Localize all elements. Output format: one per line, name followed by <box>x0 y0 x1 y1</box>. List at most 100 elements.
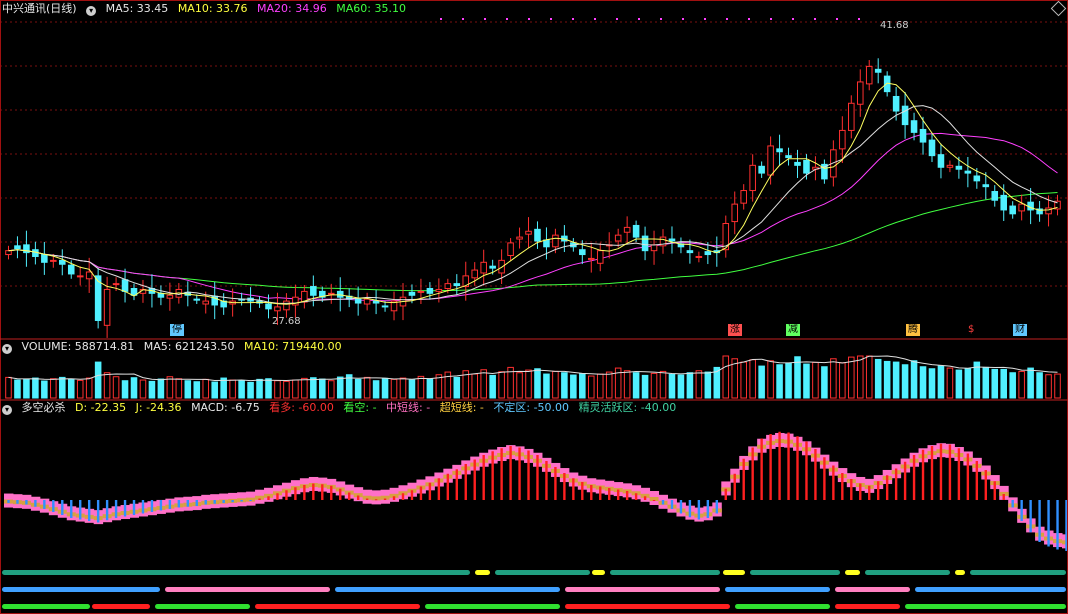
macd-bar <box>141 500 145 514</box>
event-tag-finance[interactable]: 财 <box>1013 324 1027 336</box>
signal-segment <box>255 604 420 609</box>
grid-dot <box>792 18 794 20</box>
grid-dot <box>660 18 662 20</box>
volume-bar <box>964 368 972 399</box>
candle-body <box>327 292 335 295</box>
candle-body <box>785 155 792 159</box>
macd-bar <box>545 461 548 500</box>
collapse-icon[interactable]: ▾ <box>2 405 12 415</box>
macd-bar <box>921 449 925 500</box>
chart-title[interactable]: 中兴通讯(日线) <box>2 2 77 15</box>
macd-bar <box>249 500 252 501</box>
macd-bar <box>258 498 261 500</box>
macd-bar <box>79 500 82 520</box>
candle-body <box>166 294 174 299</box>
candle-body <box>991 191 999 201</box>
macd-bar <box>787 432 790 500</box>
candle-body <box>103 288 111 326</box>
event-tag-suspend[interactable]: 停 <box>170 324 184 336</box>
collapse-icon[interactable]: ▾ <box>86 6 97 16</box>
volume-bar <box>749 359 756 399</box>
ma5-value: MA5: 33.45 <box>105 2 169 15</box>
signal-segment <box>335 587 560 592</box>
collapse-icon[interactable]: ▾ <box>2 344 12 354</box>
candle-body <box>489 265 496 269</box>
volume-bar <box>408 379 416 399</box>
grid-dot <box>440 18 442 20</box>
volume-panel-header: ▾ VOLUME: 588714.81 MA5: 621243.50 MA10:… <box>2 339 348 355</box>
macd-bar <box>25 500 28 505</box>
macd-bar <box>625 491 629 500</box>
indicator-kanduo: 看多: -60.00 <box>269 401 334 414</box>
volume-bar <box>534 368 541 399</box>
volume-bar <box>928 368 936 399</box>
candle-body <box>202 300 210 305</box>
macd-bar <box>312 483 315 500</box>
macd-bar <box>419 486 423 500</box>
ma5-path <box>8 82 1058 305</box>
volume-bar <box>758 365 765 399</box>
macd-bar <box>204 500 207 505</box>
candle-body <box>749 164 756 192</box>
volume-bar <box>839 362 846 399</box>
macd-bar <box>679 500 683 514</box>
candle-body <box>937 154 945 168</box>
stock-chart-canvas[interactable] <box>0 0 1068 614</box>
signal-segment <box>2 604 90 609</box>
volume-bar <box>812 361 819 399</box>
volume-bar <box>623 370 631 399</box>
macd-bar <box>769 434 772 500</box>
macd-bar <box>975 461 979 500</box>
candle-body <box>579 249 586 256</box>
macd-bar <box>52 500 55 512</box>
indicator-histogram[interactable] <box>4 431 1068 551</box>
macd-bar <box>303 485 306 500</box>
macd-bar <box>634 493 638 500</box>
macd-bar <box>168 500 172 509</box>
volume-bar <box>1018 370 1025 399</box>
event-tag-rise[interactable]: 涨 <box>728 324 742 336</box>
macd-bar <box>608 488 611 500</box>
macd-bar <box>814 449 817 500</box>
candlestick-series[interactable] <box>5 58 1061 338</box>
volume-bar <box>301 377 308 399</box>
volume-bar <box>130 377 138 399</box>
volume-bar <box>112 376 120 399</box>
volume-bar <box>202 378 210 399</box>
macd-bar <box>572 478 575 500</box>
signal-segment <box>735 604 830 609</box>
grid-dot <box>572 18 574 20</box>
candle-body <box>1018 203 1025 212</box>
candle-body <box>41 254 48 263</box>
candle-body <box>704 251 712 256</box>
candle-body <box>892 95 900 112</box>
ma20-value: MA20: 34.96 <box>257 2 327 15</box>
macd-bar <box>868 485 871 500</box>
macd-bar <box>939 443 943 500</box>
macd-bar <box>347 492 351 500</box>
macd-bar <box>96 500 100 523</box>
macd-bar <box>231 500 234 503</box>
candle-body <box>964 170 972 174</box>
event-tag-dividend[interactable]: $ <box>966 324 976 336</box>
signal-segment <box>865 570 950 575</box>
volume-bar <box>256 378 263 399</box>
macd-bar <box>177 500 181 508</box>
event-tag-surge[interactable]: 腾 <box>906 324 920 336</box>
macd-bar <box>805 441 808 500</box>
volume-value: VOLUME: 588714.81 <box>21 340 135 353</box>
macd-bar <box>276 493 279 500</box>
ma10-value: MA10: 33.76 <box>177 2 248 15</box>
volume-bar <box>184 380 192 399</box>
candle-body <box>32 249 39 257</box>
volume-bars[interactable] <box>5 355 1061 399</box>
candle-body <box>76 275 84 278</box>
volume-bar <box>1027 367 1034 399</box>
macd-bar <box>473 459 476 500</box>
grid-dot <box>506 18 508 20</box>
candle-body <box>767 145 774 176</box>
volume-bar <box>283 380 290 399</box>
volume-bar <box>668 373 676 399</box>
indicator-name[interactable]: 多空必杀 <box>22 401 66 414</box>
event-tag-reduce[interactable]: 减 <box>786 324 800 336</box>
